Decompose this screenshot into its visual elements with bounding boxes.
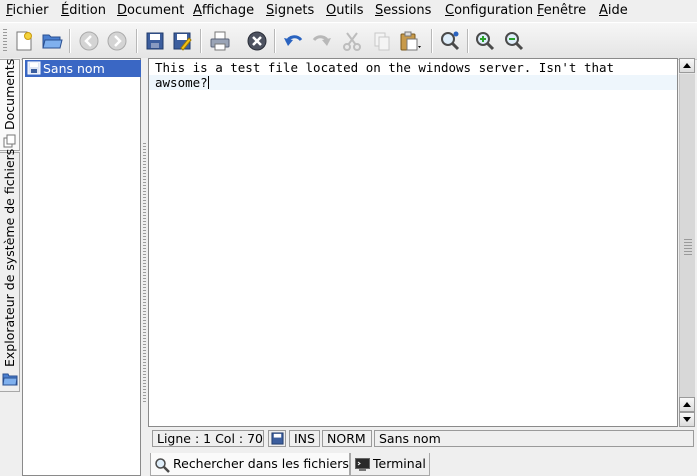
menu-document[interactable]: Document: [117, 2, 184, 19]
arrow-up-icon: [683, 63, 691, 68]
modified-indicator: [268, 430, 286, 447]
tab-terminal-label: Terminal: [373, 456, 426, 471]
list-item[interactable]: Sans nom: [25, 60, 141, 77]
open-folder-icon: [42, 34, 63, 49]
forward-button[interactable]: [104, 28, 130, 54]
scroll-trough[interactable]: [679, 74, 695, 397]
zoom-out-icon: [505, 32, 524, 51]
paste-button[interactable]: [398, 28, 424, 54]
forward-icon: [107, 31, 127, 51]
tab-filesystem-browser-label: Explorateur de système de fichiers: [2, 148, 17, 367]
editor-line-1: This is a test file located on the windo…: [155, 60, 615, 75]
menu-signets[interactable]: Signets: [266, 2, 314, 19]
arrow-up-icon: [683, 402, 691, 407]
copy-button[interactable]: [369, 28, 395, 54]
zoom-in-button[interactable]: [472, 28, 498, 54]
back-icon: [79, 31, 99, 51]
redo-icon: [312, 35, 331, 46]
undo-button[interactable]: [280, 28, 306, 54]
zoom-in-icon: [476, 32, 495, 51]
save-icon: [146, 32, 164, 50]
text-editor[interactable]: This is a test file located on the windo…: [148, 58, 678, 427]
scroll-up-button[interactable]: [679, 58, 695, 73]
status-bar: Ligne : 1 Col : 70 INS NORM Sans nom: [148, 428, 697, 448]
editor-line-2: awsome?: [155, 75, 209, 90]
redo-button[interactable]: [309, 28, 335, 54]
toolbar: [0, 22, 697, 60]
toolbar-separator: [69, 29, 71, 53]
save-button[interactable]: [142, 28, 168, 54]
menu-fichier[interactable]: Fichier: [6, 2, 49, 19]
close-document-button[interactable]: [244, 28, 270, 54]
scroll-grip: [684, 239, 692, 255]
status-document-name: Sans nom: [374, 430, 694, 447]
search-icon: [155, 458, 170, 473]
current-line-highlight: [149, 75, 677, 90]
splitter-grip: [143, 143, 146, 403]
cut-button[interactable]: [339, 28, 365, 54]
menu-fenetre[interactable]: Fenêtre: [537, 2, 586, 19]
toolbar-grip[interactable]: [3, 29, 7, 53]
documents-icon: [3, 134, 16, 148]
copy-icon: [374, 32, 390, 51]
tab-documents-label: Documents: [2, 58, 17, 130]
find-icon: [441, 31, 460, 51]
tab-terminal[interactable]: Terminal: [350, 453, 430, 476]
close-icon: [247, 31, 267, 51]
zoom-out-button[interactable]: [501, 28, 527, 54]
document-floppy-icon: [27, 61, 41, 75]
toolbar-separator: [274, 29, 276, 53]
new-document-button[interactable]: [11, 28, 37, 54]
tab-documents[interactable]: Documents: [0, 59, 20, 151]
new-document-icon: [16, 31, 32, 51]
menu-affichage[interactable]: Affichage: [193, 2, 254, 19]
tab-find-in-files-label: Rechercher dans les fichiers: [173, 456, 349, 471]
scroll-up-button[interactable]: [679, 397, 695, 412]
insert-mode: INS: [289, 430, 320, 447]
save-as-icon: [173, 32, 192, 51]
bottom-tool-tabs: Rechercher dans les fichiers Terminal: [148, 452, 697, 476]
save-as-button[interactable]: [169, 28, 195, 54]
menubar: Fichier Édition Document Affichage Signe…: [0, 0, 697, 21]
undo-icon: [284, 35, 303, 46]
find-button[interactable]: [437, 28, 463, 54]
document-list: Sans nom: [22, 58, 141, 476]
print-button[interactable]: [207, 28, 233, 54]
menu-aide[interactable]: Aide: [599, 2, 628, 19]
cut-icon: [343, 32, 361, 51]
back-button[interactable]: [76, 28, 102, 54]
open-button[interactable]: [39, 28, 65, 54]
toolbar-separator: [200, 29, 202, 53]
arrow-down-icon: [683, 417, 691, 422]
floppy-icon: [271, 432, 284, 445]
cursor-position: Ligne : 1 Col : 70: [152, 430, 264, 447]
terminal-icon: [355, 458, 370, 471]
tab-filesystem-browser[interactable]: Explorateur de système de fichiers: [0, 148, 20, 392]
text-caret: [207, 76, 209, 89]
menu-outils[interactable]: Outils: [326, 2, 364, 19]
menu-configuration[interactable]: Configuration: [445, 2, 533, 19]
scroll-down-button[interactable]: [679, 412, 695, 427]
sidebar-tab-strip: Documents Explorateur de système de fich…: [0, 58, 21, 476]
print-icon: [210, 31, 230, 51]
panel-splitter[interactable]: [141, 58, 148, 476]
toolbar-separator: [431, 29, 433, 53]
toolbar-separator: [136, 29, 138, 53]
folder-icon: [2, 373, 18, 386]
tab-find-in-files[interactable]: Rechercher dans les fichiers: [150, 453, 350, 476]
toolbar-separator: [467, 29, 469, 53]
vertical-scrollbar[interactable]: [679, 58, 695, 427]
paste-icon: [400, 31, 421, 51]
selection-mode: NORM: [322, 430, 372, 447]
document-name: Sans nom: [43, 61, 105, 76]
menu-edition[interactable]: Édition: [61, 2, 106, 19]
menu-sessions[interactable]: Sessions: [375, 2, 431, 19]
